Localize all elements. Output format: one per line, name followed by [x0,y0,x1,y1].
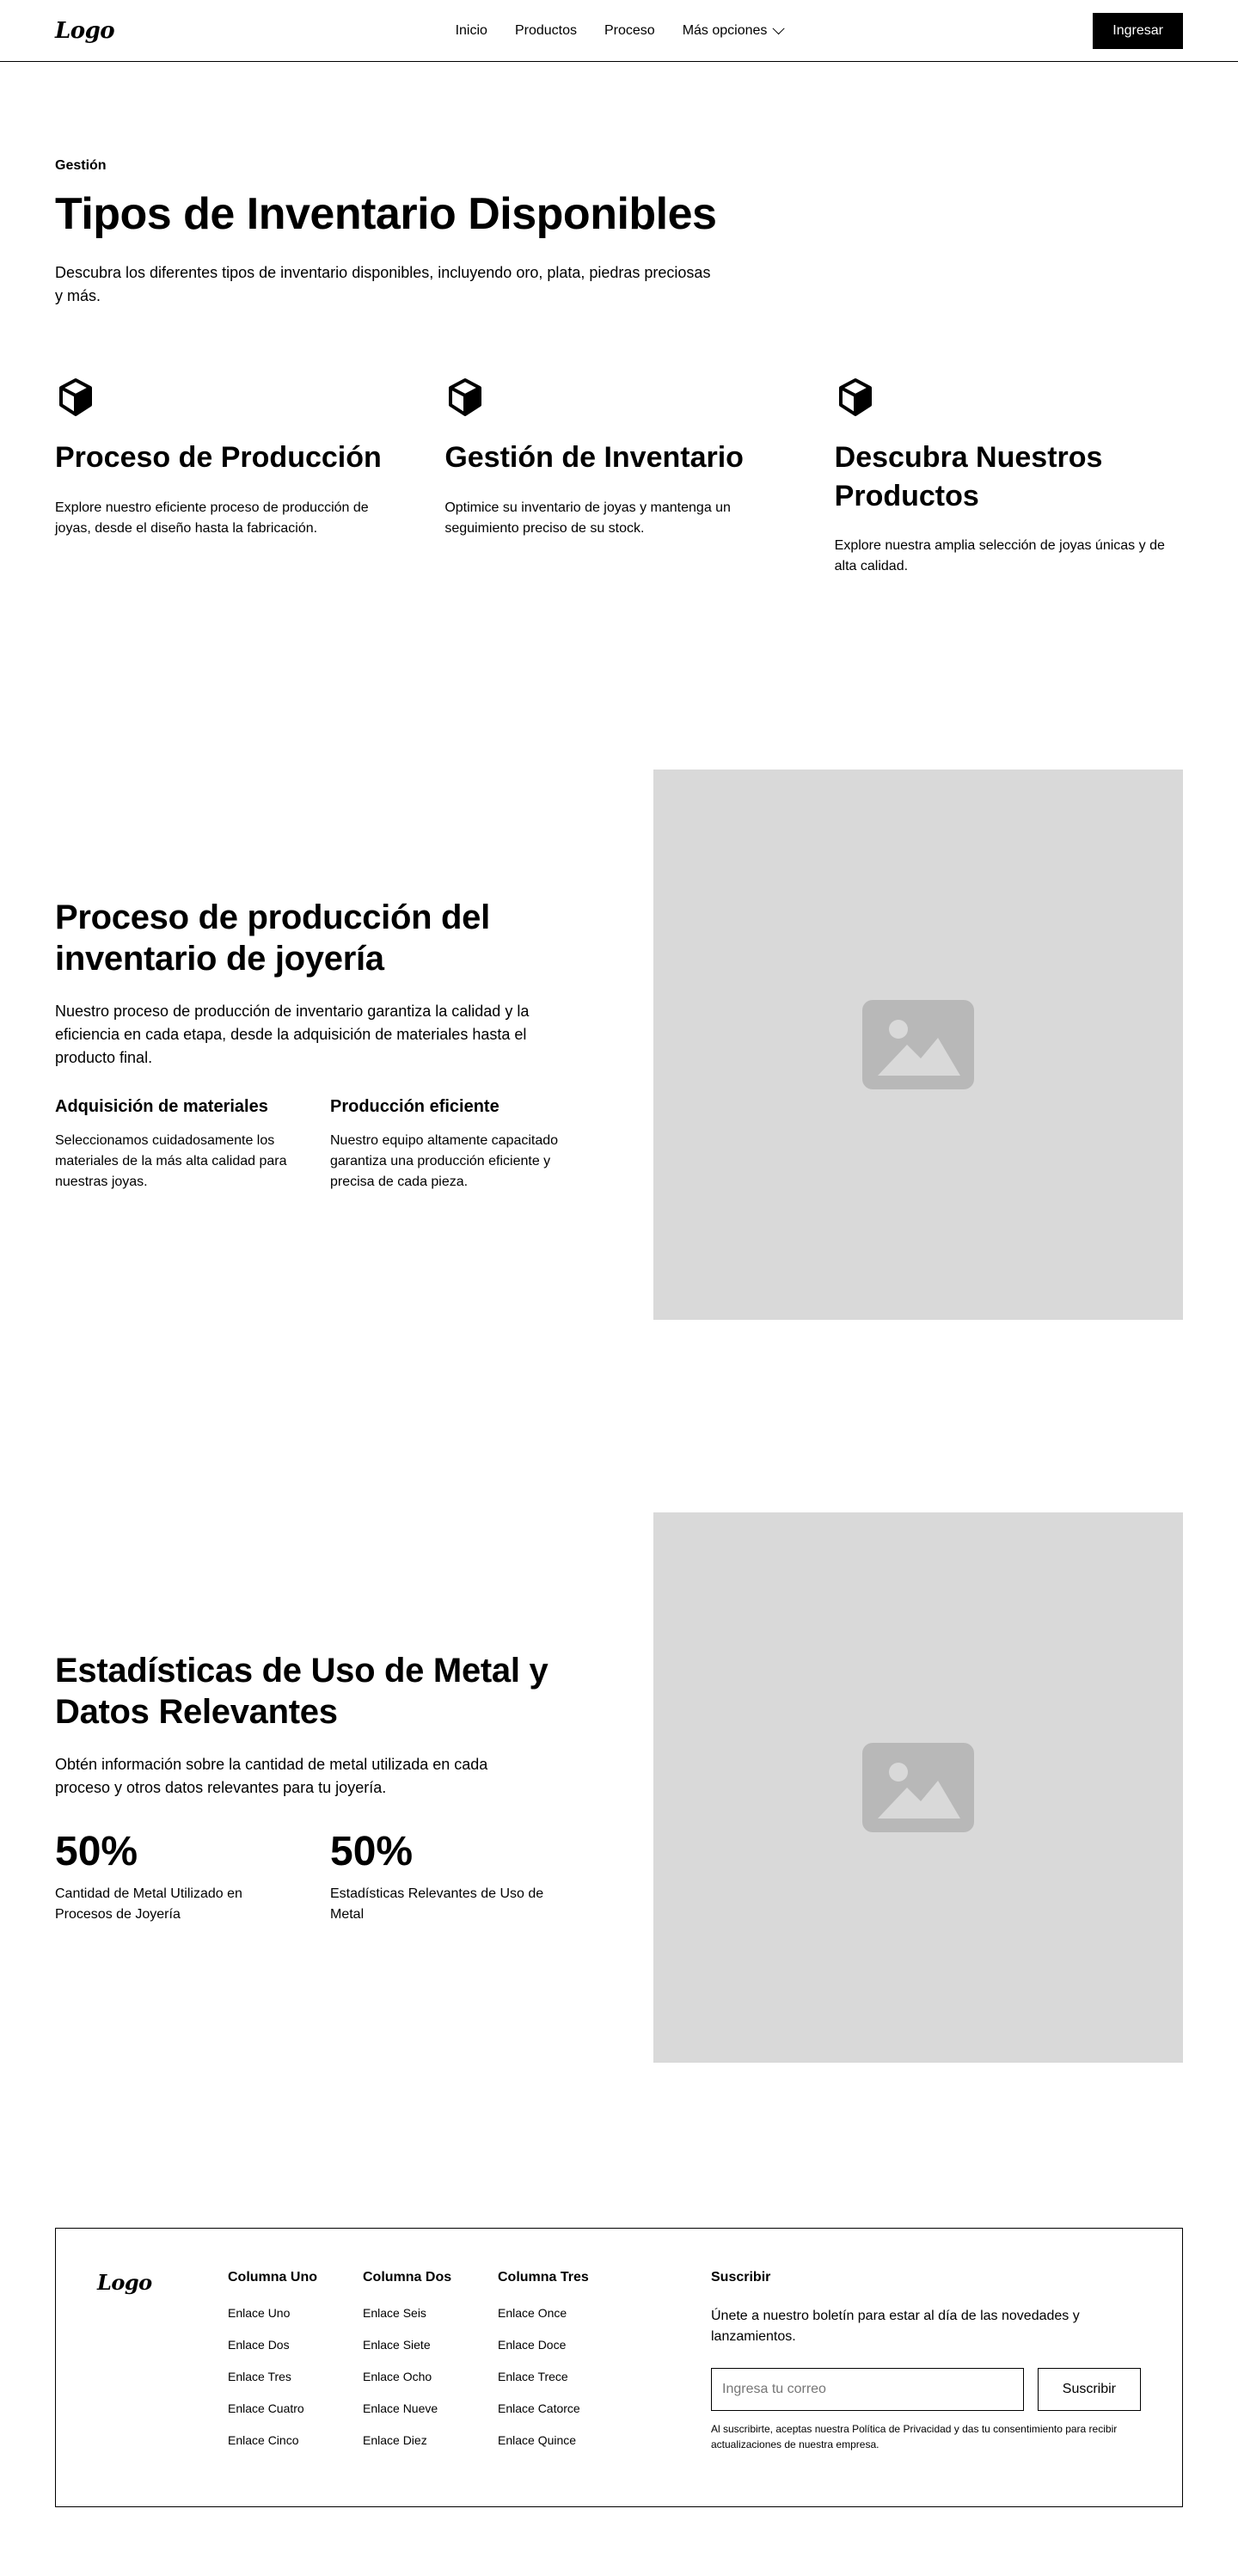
newsletter-legal: Al suscribirte, aceptas nuestra Política… [711,2422,1118,2450]
navbar: Logo Inicio Productos Proceso Más opcion… [0,0,1238,62]
cube-icon [449,378,482,417]
footer-column-title: Columna Dos [363,2269,452,2285]
footer-column-title: Columna Tres [498,2269,589,2285]
nav-dropdown-mas-opciones[interactable]: Más opciones [682,21,785,39]
stat-value: 50% [330,1828,414,1874]
section-title: Tipos de Inventario Disponibles [55,189,717,239]
features-section: Gestión Tipos de Inventario Disponibles … [0,62,1238,673]
stat-label: Cantidad de Metal Utilizado en Procesos … [55,1886,242,1922]
feature-title: Proceso de Producción [55,441,382,475]
stat-item: 50% Cantidad de Metal Utilizado en Proce… [55,1827,303,1925]
main-nav: Inicio Productos Proceso Más opciones [456,21,785,39]
footer-link[interactable]: Enlace Siete [363,2338,470,2352]
subfeature-item: Adquisición de materiales Seleccionamos … [55,1097,303,1193]
footer: Logo Columna Uno Enlace Uno Enlace Dos E… [55,2227,1183,2507]
footer-link[interactable]: Enlace Catorce [498,2401,605,2415]
section-description: Obtén información sobre la cantidad de m… [55,1755,488,1796]
footer-column: Columna Tres Enlace Once Enlace Doce Enl… [498,2270,605,2465]
production-section: Proceso de producción del inventario de … [0,673,1238,1416]
section-description: Nuestro proceso de producción de inventa… [55,1002,530,1066]
footer-link[interactable]: Enlace Trece [498,2370,605,2383]
nav-link-productos[interactable]: Productos [515,23,577,39]
footer-link[interactable]: Enlace Uno [228,2306,335,2320]
stat-label: Estadísticas Relevantes de Uso de Metal [330,1886,544,1922]
newsletter-description: Únete a nuestro boletín para estar al dí… [711,2308,1080,2344]
feature-title: Gestión de Inventario [444,441,744,475]
feature-item: Descubra Nuestros Productos Explore nues… [835,377,1183,576]
logo[interactable]: Logo [55,18,115,44]
feature-title: Descubra Nuestros Productos [834,441,1103,512]
section-title: Estadísticas de Uso de Metal y Datos Rel… [55,1651,549,1731]
subfeature-title: Producción eficiente [330,1096,499,1116]
stats-section: Estadísticas de Uso de Metal y Datos Rel… [0,1416,1238,2159]
footer-link[interactable]: Enlace Cuatro [228,2401,335,2415]
nav-link-proceso[interactable]: Proceso [604,23,655,39]
cube-icon [838,378,872,417]
footer-link[interactable]: Enlace Dos [228,2338,335,2352]
footer-logo[interactable]: Logo [97,2270,207,2465]
feature-text: Explore nuestra amplia selección de joya… [834,537,1165,573]
production-text: Proceso de producción del inventario de … [55,897,585,1193]
newsletter-form: Suscribir [711,2367,1141,2411]
footer-link[interactable]: Enlace Once [498,2306,605,2320]
section-description: Descubra los diferentes tipos de inventa… [55,264,711,305]
stat-value: 50% [55,1828,138,1874]
newsletter-title: Suscribir [711,2269,771,2285]
footer-link[interactable]: Enlace Seis [363,2306,470,2320]
subfeature-text: Seleccionamos cuidadosamente los materia… [55,1132,287,1189]
feature-list: Proceso de Producción Explore nuestro ef… [55,377,1183,576]
stats-text: Estadísticas de Uso de Metal y Datos Rel… [55,1650,585,1925]
footer-column: Columna Uno Enlace Uno Enlace Dos Enlace… [228,2270,335,2465]
email-input[interactable] [711,2367,1024,2411]
subfeature-title: Adquisición de materiales [55,1096,268,1116]
subfeature-list: Adquisición de materiales Seleccionamos … [55,1097,585,1193]
section-title: Proceso de producción del inventario de … [55,898,490,978]
stat-list: 50% Cantidad de Metal Utilizado en Proce… [55,1827,585,1925]
footer-link[interactable]: Enlace Diez [363,2433,470,2447]
feature-item: Proceso de Producción Explore nuestro ef… [55,377,403,576]
subfeature-item: Producción eficiente Nuestro equipo alta… [330,1097,578,1193]
nav-dropdown-label: Más opciones [682,22,768,38]
footer-column-title: Columna Uno [228,2269,317,2285]
image-placeholder [653,769,1183,1320]
subfeature-text: Nuestro equipo altamente capacitado gara… [330,1132,559,1189]
feature-text: Explore nuestro eficiente proceso de pro… [55,500,369,536]
footer-link[interactable]: Enlace Nueve [363,2401,470,2415]
image-placeholder [653,1512,1183,2063]
footer-wrapper: Logo Columna Uno Enlace Uno Enlace Dos E… [0,2159,1238,2576]
newsletter: Suscribir Únete a nuestro boletín para e… [711,2270,1141,2465]
stat-item: 50% Estadísticas Relevantes de Uso de Me… [330,1827,578,1925]
chevron-down-icon [772,21,785,34]
cube-icon [59,378,92,417]
section-tagline: Gestión [55,158,107,173]
footer-column: Columna Dos Enlace Seis Enlace Siete Enl… [363,2270,470,2465]
footer-link[interactable]: Enlace Doce [498,2338,605,2352]
nav-link-inicio[interactable]: Inicio [456,23,487,39]
footer-link[interactable]: Enlace Quince [498,2433,605,2447]
feature-text: Optimice su inventario de joyas y manten… [444,500,731,536]
subscribe-button[interactable]: Suscribir [1037,2367,1141,2411]
feature-item: Gestión de Inventario Optimice su invent… [444,377,793,576]
footer-columns: Columna Uno Enlace Uno Enlace Dos Enlace… [228,2270,605,2465]
footer-link[interactable]: Enlace Tres [228,2370,335,2383]
image-icon [862,1742,974,1832]
login-button[interactable]: Ingresar [1093,12,1183,49]
image-icon [862,999,974,1089]
footer-link[interactable]: Enlace Cinco [228,2433,335,2447]
footer-link[interactable]: Enlace Ocho [363,2370,470,2383]
